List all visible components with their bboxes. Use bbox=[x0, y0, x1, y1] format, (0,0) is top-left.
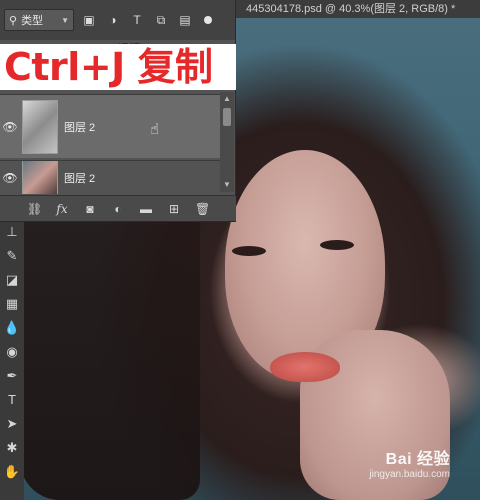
brush-tool-icon[interactable]: ✎ bbox=[0, 244, 24, 268]
gradient-tool-icon[interactable]: ▦ bbox=[0, 292, 24, 316]
document-tab[interactable]: 445304178.psd @ 40.3%(图层 2, RGB/8) * bbox=[236, 0, 480, 18]
folder-icon[interactable]: ▬ bbox=[139, 202, 153, 216]
stamp-tool-icon[interactable]: ⊥ bbox=[0, 220, 24, 244]
dodge-tool-icon[interactable]: ◉ bbox=[0, 340, 24, 364]
eye-icon[interactable]: 👁 bbox=[0, 171, 20, 185]
trash-icon[interactable]: 🗑 bbox=[195, 202, 210, 216]
link-icon[interactable]: ⛓ bbox=[27, 202, 42, 216]
search-icon: ⚲ bbox=[9, 14, 18, 27]
type-filter-icon[interactable]: T bbox=[128, 11, 146, 29]
pen-tool-icon[interactable]: ✒ bbox=[0, 364, 24, 388]
document-tab-title: 445304178.psd @ 40.3%(图层 2, RGB/8) * bbox=[246, 3, 456, 15]
type-tool-icon[interactable]: T bbox=[0, 388, 24, 412]
photo-eye-right bbox=[320, 240, 354, 250]
blur-tool-icon[interactable]: 💧 bbox=[0, 316, 24, 340]
shape-tool-icon[interactable]: ✱ bbox=[0, 436, 24, 460]
shape-filter-icon[interactable]: ⧉ bbox=[152, 11, 170, 29]
eye-icon[interactable]: 👁 bbox=[0, 120, 20, 134]
kind-filter-select[interactable]: ⚲ 类型 ▼ bbox=[4, 9, 74, 31]
watermark-url: jingyan.baidu.com bbox=[369, 469, 450, 480]
layers-scrollbar[interactable]: ▲ ▼ bbox=[220, 92, 234, 192]
pixel-filter-icon[interactable]: ▣ bbox=[80, 11, 98, 29]
layers-panel-footer: ⛓ fx ◙ ◐ ▬ ⊞ 🗑 bbox=[0, 195, 236, 221]
layer-name[interactable]: 图层 2 bbox=[64, 119, 95, 135]
scroll-thumb[interactable] bbox=[223, 108, 231, 126]
mask-icon[interactable]: ◙ bbox=[83, 202, 97, 216]
hand-cursor-icon: ☝ bbox=[150, 121, 160, 138]
smart-object-filter-icon[interactable]: ▤ bbox=[176, 11, 194, 29]
adjustment-icon[interactable]: ◐ bbox=[111, 202, 125, 216]
adjustment-filter-icon[interactable]: ◑ bbox=[104, 11, 122, 29]
fx-button[interactable]: fx bbox=[55, 202, 69, 216]
layer-row[interactable]: 👁 图层 2 bbox=[0, 94, 220, 158]
photo-eye-left bbox=[232, 246, 266, 256]
hand-tool-icon[interactable]: ✋ bbox=[0, 460, 24, 484]
chevron-down-icon: ▼ bbox=[61, 15, 69, 25]
overlay-text: Ctrl+J 复制 bbox=[4, 45, 213, 89]
layer-name[interactable]: 图层 2 bbox=[64, 170, 95, 186]
new-layer-icon[interactable]: ⊞ bbox=[167, 202, 181, 216]
watermark: Bai 经验 jingyan.baidu.com bbox=[369, 445, 450, 480]
layers-filter-bar: ⚲ 类型 ▼ ▣ ◑ T ⧉ ▤ bbox=[0, 0, 235, 40]
filter-toggle[interactable] bbox=[204, 16, 212, 24]
layer-thumbnail bbox=[22, 99, 58, 154]
layers-panel: ⚲ 类型 ▼ ▣ ◑ T ⧉ ▤ 透明 Ctrl+J 复制 👁 图层 2 ☝ 👁… bbox=[0, 0, 236, 222]
kind-filter-label: 类型 bbox=[21, 15, 44, 27]
photo-lips bbox=[270, 352, 340, 382]
watermark-logo: Bai 经验 bbox=[385, 451, 450, 468]
tools-panel: ⊥ ✎ ◪ ▦ 💧 ◉ ✒ T ➤ ✱ ✋ bbox=[0, 220, 24, 500]
chevron-down-icon[interactable]: ▼ bbox=[220, 178, 234, 192]
eraser-tool-icon[interactable]: ◪ bbox=[0, 268, 24, 292]
path-select-tool-icon[interactable]: ➤ bbox=[0, 412, 24, 436]
layer-row[interactable]: 👁 图层 2 bbox=[0, 160, 220, 194]
chevron-up-icon[interactable]: ▲ bbox=[220, 92, 234, 106]
layer-thumbnail bbox=[22, 161, 58, 194]
tutorial-overlay: Ctrl+J 复制 bbox=[0, 44, 236, 90]
